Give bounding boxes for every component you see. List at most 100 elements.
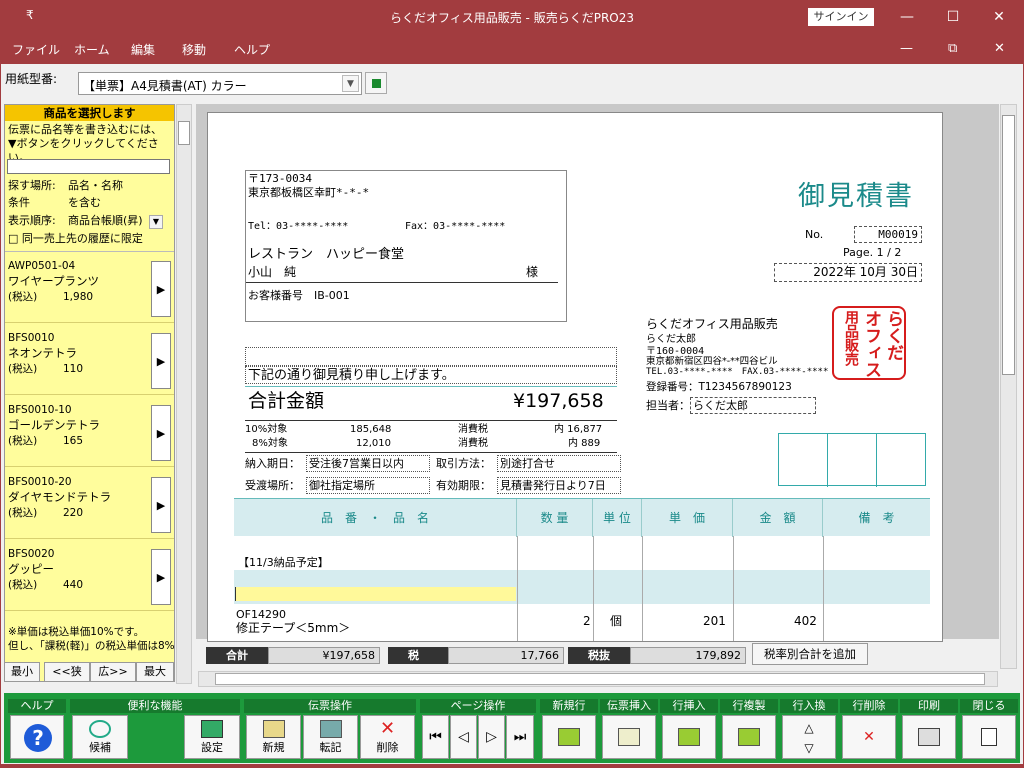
help-button[interactable]: ? xyxy=(10,715,64,759)
new-line-button[interactable] xyxy=(542,715,596,759)
close-group: 閉じる xyxy=(960,699,1018,759)
rate10-value: 185,648 xyxy=(350,424,392,435)
product-tax: (税込) xyxy=(8,435,38,447)
seal-text: オフィス xyxy=(861,310,881,378)
row-edit-cursor[interactable] xyxy=(235,587,516,601)
left-scrollbar[interactable] xyxy=(176,104,192,684)
menu-help[interactable]: ヘルプ xyxy=(234,41,270,58)
add-product-button[interactable]: ▶ xyxy=(151,477,171,533)
delete-row-button[interactable]: ✕ xyxy=(842,715,896,759)
menu-move[interactable]: 移動 xyxy=(182,41,206,58)
question-icon: ? xyxy=(24,724,52,752)
order-value[interactable]: 商品台帳順(昇) xyxy=(68,214,143,228)
close-button[interactable]: ✕ xyxy=(976,0,1022,34)
search-input[interactable] xyxy=(7,159,170,174)
close-doc-button[interactable]: ✕ xyxy=(994,41,1005,56)
signin-button[interactable]: サインイン xyxy=(808,8,874,26)
width-wide-button[interactable]: 広>> xyxy=(90,662,136,682)
form-select[interactable]: 【単票】A4見積書(AT) カラー ▼ xyxy=(78,72,362,95)
menu-home[interactable]: ホーム xyxy=(74,41,110,58)
green-square-button[interactable] xyxy=(365,72,387,94)
total-value: ¥197,658 xyxy=(513,390,604,412)
product-name: ゴールデンテトラ xyxy=(8,418,100,432)
prev-page-button[interactable]: ◁ xyxy=(450,715,477,759)
settings-button[interactable]: 設定 xyxy=(184,715,240,759)
product-price: 110 xyxy=(63,363,84,375)
product-code: BFS0010-10 xyxy=(8,404,72,416)
add-product-button[interactable]: ▶ xyxy=(151,261,171,317)
maximize-button[interactable]: ☐ xyxy=(930,0,976,34)
minimize-button[interactable]: — xyxy=(884,0,930,34)
delivery-value[interactable]: 受注後7営業日以内 xyxy=(306,455,430,472)
last-page-button[interactable]: ⏭ xyxy=(506,715,534,759)
horizontal-scrollbar[interactable] xyxy=(198,671,998,687)
next-page-button[interactable]: ▷ xyxy=(478,715,505,759)
width-max-button[interactable]: 最大 xyxy=(136,662,174,682)
product-item[interactable]: BFS0020 グッピー (税込) 440 ▶ xyxy=(5,543,174,611)
group-label: ページ操作 xyxy=(420,699,536,713)
print-button[interactable] xyxy=(902,715,956,759)
document-title: 御見積書 xyxy=(798,181,914,212)
button-label: 候補 xyxy=(89,741,111,754)
scroll-thumb[interactable] xyxy=(215,673,985,685)
chevron-down-icon[interactable]: ▼ xyxy=(342,75,359,92)
new-slip-button[interactable]: 新規 xyxy=(246,715,301,759)
menu-edit[interactable]: 編集 xyxy=(131,41,155,58)
add-product-button[interactable]: ▶ xyxy=(151,549,171,605)
insert-row-button[interactable] xyxy=(662,715,716,759)
document-date[interactable]: 2022年 10月 30日 xyxy=(774,263,922,282)
group-label: 行入換 xyxy=(780,699,838,713)
dup-row-group: 行複製 xyxy=(720,699,778,759)
scroll-thumb[interactable] xyxy=(178,121,190,145)
slip-group: 伝票操作 新規 転記 ✕ 削除 xyxy=(244,699,416,759)
menu-file[interactable]: ファイル xyxy=(12,41,60,58)
add-product-button[interactable]: ▶ xyxy=(151,333,171,389)
right-scrollbar[interactable] xyxy=(1000,104,1017,669)
add-product-button[interactable]: ▶ xyxy=(151,405,171,461)
row-text: 【11/3納品予定】 xyxy=(238,556,329,569)
menu-bar: ファイル ホーム 編集 移動 ヘルプ — ⧉ ✕ xyxy=(0,34,1024,64)
copy-slip-button[interactable]: 転記 xyxy=(303,715,358,759)
product-price: 165 xyxy=(63,435,84,447)
min-doc-button[interactable]: — xyxy=(900,41,913,56)
first-page-button[interactable]: ⏮ xyxy=(422,715,449,759)
lead-box-top[interactable] xyxy=(245,347,617,366)
trade-value[interactable]: 別途打合せ xyxy=(497,455,621,472)
candidate-button[interactable]: 候補 xyxy=(72,715,128,759)
chevron-down-icon[interactable]: ▼ xyxy=(149,215,163,229)
width-narrow-button[interactable]: <<狭 xyxy=(44,662,90,682)
delete-slip-button[interactable]: ✕ 削除 xyxy=(360,715,415,759)
width-min-button[interactable]: 最小 xyxy=(4,662,40,682)
tax10-label: 消費税 xyxy=(458,424,488,435)
restore-doc-button[interactable]: ⧉ xyxy=(948,41,957,56)
customer-zip: 〒173-0034 xyxy=(248,172,312,185)
condition-value[interactable]: を含む xyxy=(68,196,101,210)
product-item[interactable]: BFS0010-20 ダイヤモンドテトラ (税込) 220 ▶ xyxy=(5,471,174,539)
scroll-thumb[interactable] xyxy=(1002,115,1015,375)
swap-row-button[interactable]: △ ▽ xyxy=(782,715,836,759)
underline xyxy=(246,282,558,283)
place-value[interactable]: 御社指定場所 xyxy=(306,477,430,494)
history-checkbox[interactable]: □ 同一売上先の履歴に限定 xyxy=(8,232,143,246)
search-place-value[interactable]: 品名・名称 xyxy=(68,179,123,193)
duplicate-row-button[interactable] xyxy=(722,715,776,759)
product-name: グッピー xyxy=(8,562,54,576)
insert-slip-button[interactable] xyxy=(602,715,656,759)
product-item[interactable]: BFS0010-10 ゴールデンテトラ (税込) 165 ▶ xyxy=(5,399,174,467)
product-item[interactable]: AWP0501-04 ワイヤープランツ (税込) 1,980 ▶ xyxy=(5,255,174,323)
staff-name[interactable]: らくだ太郎 xyxy=(690,397,816,414)
product-name: ダイヤモンドテトラ xyxy=(8,490,112,504)
table-row[interactable]: OF14290 修正テープ＜5mm＞ 2 個 201 402 xyxy=(234,604,930,641)
stamp-boxes xyxy=(778,433,926,487)
rate10-label: 10%対象 xyxy=(245,424,288,435)
table-row[interactable] xyxy=(234,570,930,604)
product-item[interactable]: BFS0010 ネオンテトラ (税込) 110 ▶ xyxy=(5,327,174,395)
lead-text[interactable]: 下記の通り御見積り申し上げます。 xyxy=(245,366,617,384)
add-tax-summary-button[interactable]: 税率別合計を追加 xyxy=(752,643,868,665)
table-row[interactable]: 【11/3納品予定】 xyxy=(234,536,930,570)
close-form-button[interactable] xyxy=(962,715,1016,759)
help-group: ヘルプ ? xyxy=(8,699,66,759)
valid-value[interactable]: 見積書発行日より7日 xyxy=(497,477,621,494)
document-number[interactable]: M00019 xyxy=(854,226,922,243)
tax8-label: 消費税 xyxy=(458,438,488,449)
